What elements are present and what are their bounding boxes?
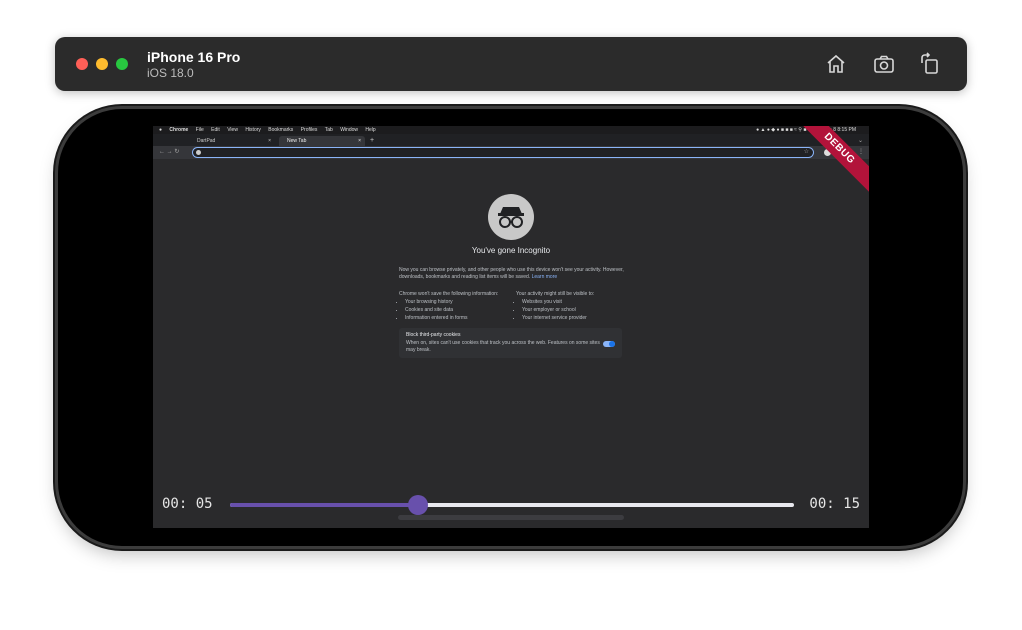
bookmark-star-icon[interactable]: ☆	[804, 148, 809, 157]
home-indicator[interactable]	[398, 515, 624, 520]
menu-item[interactable]: History	[245, 126, 261, 134]
seek-bar-progress	[230, 503, 418, 507]
address-bar[interactable]: ☆	[193, 148, 813, 157]
navigation-icons[interactable]: ← → ↻	[159, 148, 179, 155]
seek-bar-thumb[interactable]	[407, 495, 428, 515]
incognito-description: Now you can browse privately, and other …	[399, 267, 629, 281]
close-tab-icon[interactable]: ×	[358, 136, 361, 146]
incognito-title: You've gone Incognito	[471, 246, 551, 255]
menu-item[interactable]: Chrome	[169, 126, 188, 134]
screenshot-icon[interactable]	[871, 51, 897, 77]
menu-item[interactable]: Edit	[211, 126, 220, 134]
list-item: Your internet service provider	[522, 314, 628, 322]
menu-item[interactable]: View	[227, 126, 238, 134]
block-cookies-toggle[interactable]	[603, 341, 615, 347]
site-info-icon[interactable]	[196, 150, 201, 155]
os-version: iOS 18.0	[147, 66, 194, 80]
not-saved-heading: Chrome won't save the following informat…	[399, 291, 499, 297]
list-item: Information entered in forms	[405, 314, 511, 322]
chevron-down-icon[interactable]: ⌄	[858, 136, 863, 146]
minimize-window-button[interactable]	[96, 58, 108, 70]
mac-menubar: ● Chrome File Edit View History Bookmark…	[153, 126, 869, 134]
close-tab-icon[interactable]: ×	[268, 136, 271, 146]
phone-screen: ● Chrome File Edit View History Bookmark…	[153, 126, 869, 528]
close-window-button[interactable]	[76, 58, 88, 70]
new-tab-icon[interactable]: +	[370, 136, 374, 146]
current-time: 00: 05	[162, 496, 213, 512]
total-time: 00: 15	[809, 496, 860, 512]
visible-to-column: Your activity might still be visible to:…	[516, 290, 628, 322]
learn-more-link[interactable]: Learn more	[532, 274, 558, 280]
cookie-description: When on, sites can't use cookies that tr…	[406, 340, 600, 353]
rotate-icon[interactable]	[917, 51, 943, 77]
tab-label: DartPad	[197, 138, 216, 144]
home-icon[interactable]	[823, 51, 849, 77]
not-saved-column: Chrome won't save the following informat…	[399, 290, 511, 322]
list-item: Cookies and site data	[405, 306, 511, 314]
cookie-title: Block third-party cookies	[406, 332, 461, 338]
list-item: Your browsing history	[405, 298, 511, 306]
apple-icon[interactable]: ●	[159, 126, 162, 134]
menu-item[interactable]: File	[196, 126, 204, 134]
list-item: Your employer or school	[522, 306, 628, 314]
simulator-toolbar: iPhone 16 Pro iOS 18.0	[55, 37, 967, 91]
seek-bar[interactable]	[230, 495, 794, 515]
device-name: iPhone 16 Pro	[147, 49, 241, 65]
description-text: Now you can browse privately, and other …	[399, 267, 624, 280]
tab-dartpad[interactable]: DartPad ×	[189, 136, 275, 146]
menu-item[interactable]: Tab	[325, 126, 333, 134]
status-icons: ● ▲ ● ◆ ● ■ ■ ■ ≈ ⚲ ■	[756, 127, 807, 133]
tab-label: New Tab	[287, 138, 307, 144]
browser-tab-bar: DartPad × New Tab × + ⌄	[153, 134, 869, 151]
menu-item[interactable]: Help	[365, 126, 375, 134]
phone-frame: ● Chrome File Edit View History Bookmark…	[58, 109, 963, 546]
visible-heading: Your activity might still be visible to:	[516, 291, 595, 297]
menu-item[interactable]: Profiles	[301, 126, 318, 134]
menu-item[interactable]: Bookmarks	[268, 126, 293, 134]
third-party-cookie-card: Block third-party cookies When on, sites…	[399, 328, 622, 358]
list-item: Websites you visit	[522, 298, 628, 306]
tab-new-tab[interactable]: New Tab ×	[279, 136, 365, 146]
incognito-icon	[488, 194, 534, 240]
menu-item[interactable]: Window	[340, 126, 358, 134]
zoom-window-button[interactable]	[116, 58, 128, 70]
browser-toolbar: ← → ↻ ☆ Incognito ⋮	[153, 146, 869, 159]
